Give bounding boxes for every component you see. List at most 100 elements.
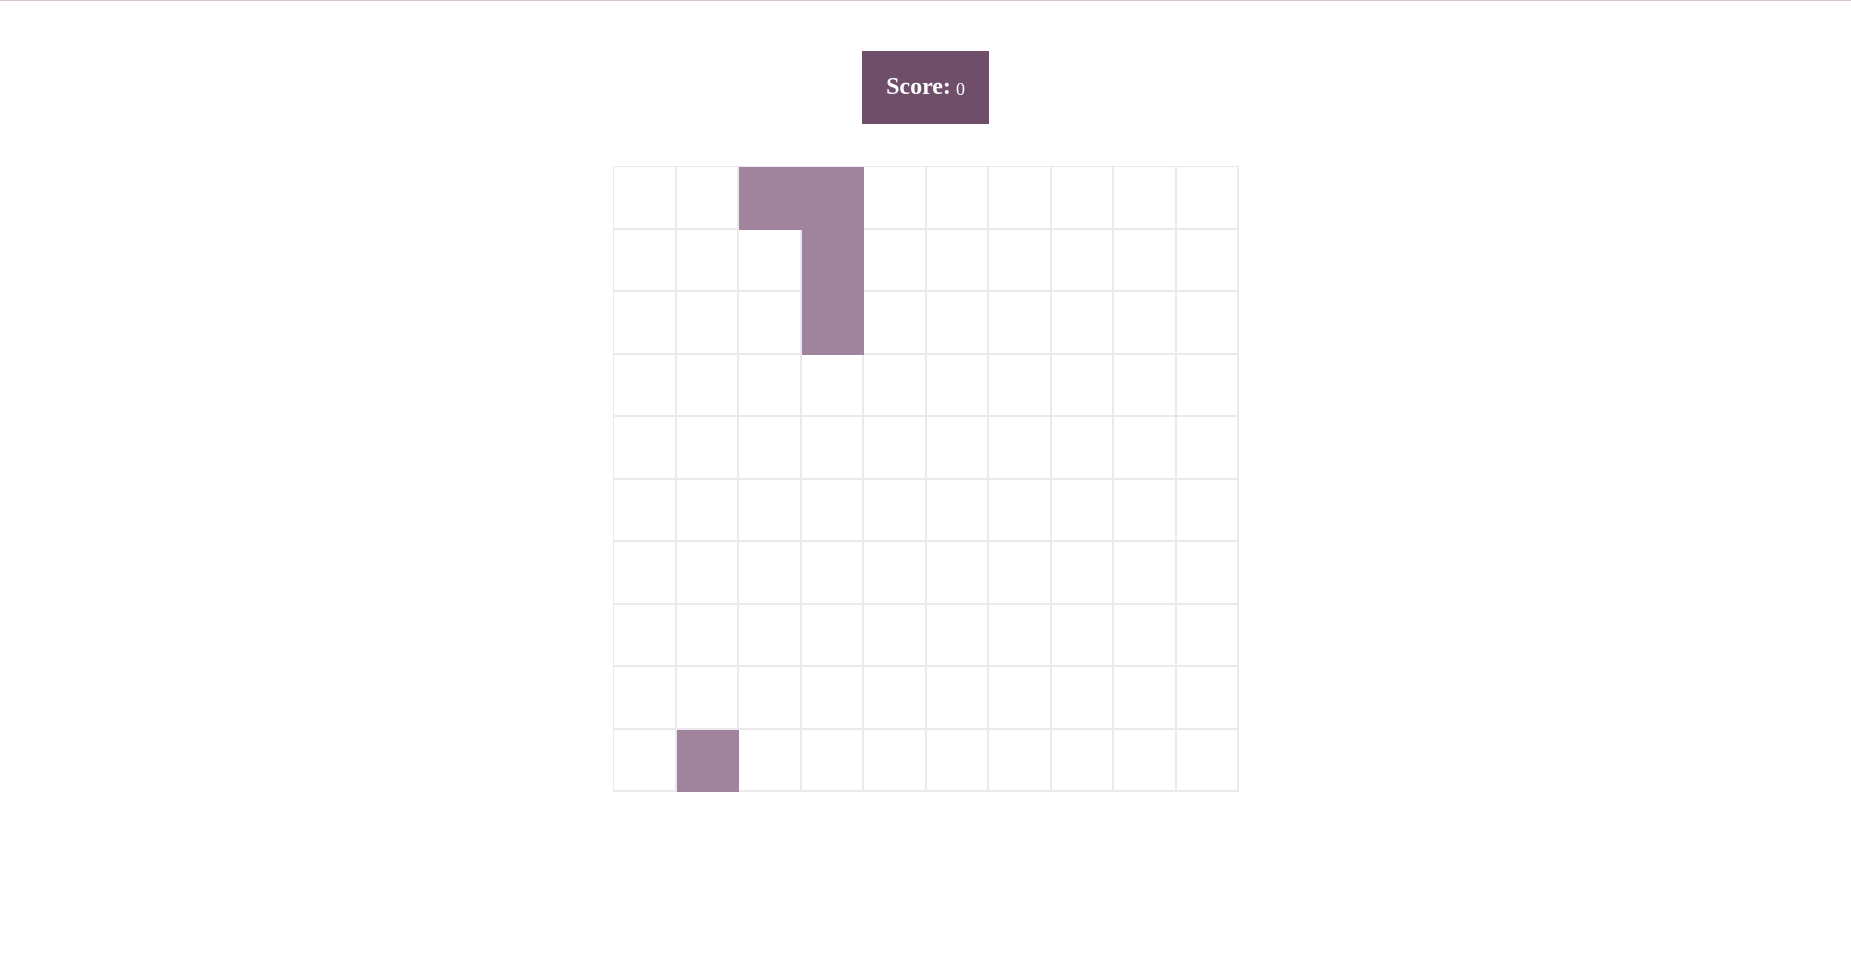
grid-cell[interactable] <box>739 604 802 667</box>
grid-cell[interactable] <box>614 604 677 667</box>
grid-cell[interactable] <box>864 729 927 792</box>
grid-cell[interactable] <box>926 604 989 667</box>
grid-cell[interactable] <box>926 229 989 292</box>
grid-cell[interactable] <box>614 729 677 792</box>
grid-cell[interactable] <box>676 667 739 730</box>
grid-cell[interactable] <box>1051 604 1114 667</box>
game-board[interactable] <box>613 166 1239 792</box>
grid-cell[interactable] <box>614 229 677 292</box>
grid-cell[interactable] <box>926 417 989 480</box>
grid-cell[interactable] <box>739 542 802 605</box>
grid-cell[interactable] <box>1051 667 1114 730</box>
grid-cell[interactable] <box>739 417 802 480</box>
grid-cell[interactable] <box>926 167 989 230</box>
grid-cell[interactable] <box>1114 729 1177 792</box>
grid-cell[interactable] <box>739 354 802 417</box>
grid-cell[interactable] <box>926 354 989 417</box>
grid-cell[interactable] <box>1114 542 1177 605</box>
filled-cell[interactable] <box>801 167 864 230</box>
grid-cell[interactable] <box>926 542 989 605</box>
grid-cell[interactable] <box>989 479 1052 542</box>
grid-cell[interactable] <box>676 604 739 667</box>
grid-cell[interactable] <box>801 417 864 480</box>
grid-cell[interactable] <box>1176 729 1239 792</box>
grid-cell[interactable] <box>676 229 739 292</box>
grid-cell[interactable] <box>926 292 989 355</box>
grid-cell[interactable] <box>1176 417 1239 480</box>
grid-cell[interactable] <box>1114 479 1177 542</box>
grid-cell[interactable] <box>1176 542 1239 605</box>
grid-cell[interactable] <box>801 479 864 542</box>
filled-cell[interactable] <box>801 229 864 292</box>
grid-cell[interactable] <box>801 354 864 417</box>
grid-cell[interactable] <box>989 292 1052 355</box>
grid-cell[interactable] <box>676 417 739 480</box>
grid-cell[interactable] <box>1051 229 1114 292</box>
grid-cell[interactable] <box>676 479 739 542</box>
grid-cell[interactable] <box>989 604 1052 667</box>
grid-cell[interactable] <box>676 542 739 605</box>
grid-cell[interactable] <box>926 729 989 792</box>
grid-cell[interactable] <box>989 542 1052 605</box>
grid-cell[interactable] <box>1051 542 1114 605</box>
grid-cell[interactable] <box>864 479 927 542</box>
grid-cell[interactable] <box>1114 292 1177 355</box>
filled-cell[interactable] <box>801 292 864 355</box>
grid-cell[interactable] <box>864 604 927 667</box>
grid-cell[interactable] <box>739 292 802 355</box>
grid-cell[interactable] <box>676 292 739 355</box>
grid-cell[interactable] <box>1176 354 1239 417</box>
grid-cell[interactable] <box>739 729 802 792</box>
grid-cell[interactable] <box>1114 417 1177 480</box>
grid-cell[interactable] <box>989 667 1052 730</box>
grid-cell[interactable] <box>614 354 677 417</box>
grid-cell[interactable] <box>1114 667 1177 730</box>
grid-cell[interactable] <box>989 729 1052 792</box>
grid-cell[interactable] <box>1051 729 1114 792</box>
grid-cell[interactable] <box>614 479 677 542</box>
grid-cell[interactable] <box>1176 604 1239 667</box>
grid-cell[interactable] <box>614 667 677 730</box>
grid-cell[interactable] <box>989 417 1052 480</box>
grid-cell[interactable] <box>864 417 927 480</box>
grid-cell[interactable] <box>1051 167 1114 230</box>
grid-cell[interactable] <box>739 229 802 292</box>
grid-cell[interactable] <box>801 667 864 730</box>
grid-cell[interactable] <box>614 417 677 480</box>
grid-cell[interactable] <box>989 167 1052 230</box>
grid-cell[interactable] <box>739 479 802 542</box>
grid-cell[interactable] <box>614 542 677 605</box>
grid-cell[interactable] <box>1176 667 1239 730</box>
filled-cell[interactable] <box>676 729 739 792</box>
grid-cell[interactable] <box>1176 167 1239 230</box>
grid-cell[interactable] <box>864 542 927 605</box>
grid-cell[interactable] <box>614 292 677 355</box>
grid-cell[interactable] <box>739 667 802 730</box>
grid-cell[interactable] <box>864 292 927 355</box>
grid-cell[interactable] <box>1176 292 1239 355</box>
grid-cell[interactable] <box>1051 417 1114 480</box>
grid-cell[interactable] <box>614 167 677 230</box>
grid-cell[interactable] <box>926 667 989 730</box>
grid-cell[interactable] <box>864 229 927 292</box>
grid-cell[interactable] <box>1051 292 1114 355</box>
grid-cell[interactable] <box>1114 354 1177 417</box>
grid-cell[interactable] <box>1114 167 1177 230</box>
grid-cell[interactable] <box>1176 479 1239 542</box>
grid-cell[interactable] <box>864 167 927 230</box>
grid-cell[interactable] <box>801 729 864 792</box>
grid-cell[interactable] <box>1051 479 1114 542</box>
grid-cell[interactable] <box>676 167 739 230</box>
grid-cell[interactable] <box>864 667 927 730</box>
grid-cell[interactable] <box>1114 229 1177 292</box>
grid-cell[interactable] <box>801 542 864 605</box>
grid-cell[interactable] <box>1114 604 1177 667</box>
grid-cell[interactable] <box>676 354 739 417</box>
grid-cell[interactable] <box>989 229 1052 292</box>
grid-cell[interactable] <box>926 479 989 542</box>
grid-cell[interactable] <box>1051 354 1114 417</box>
grid-cell[interactable] <box>801 604 864 667</box>
filled-cell[interactable] <box>739 167 802 230</box>
grid-cell[interactable] <box>1176 229 1239 292</box>
grid-cell[interactable] <box>864 354 927 417</box>
